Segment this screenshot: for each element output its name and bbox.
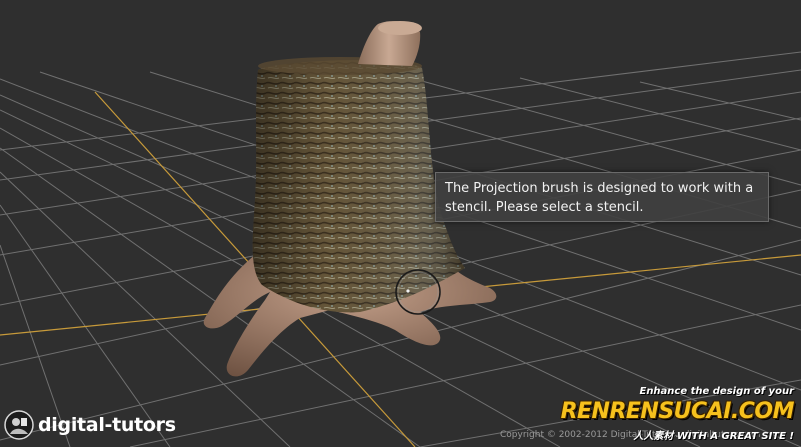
3d-viewport[interactable]	[0, 0, 801, 447]
logo-text: digital-tutors	[38, 414, 176, 436]
digital-tutors-logo-icon	[4, 410, 34, 440]
digital-tutors-logo: digital-tutors	[4, 407, 194, 443]
renrensucai-watermark: Enhance the design of your RENRENSUCAI.C…	[561, 385, 800, 447]
branch-stub-top	[378, 21, 422, 35]
viewport-canvas[interactable]	[0, 0, 801, 447]
watermark-main-text: RENRENSUCAI.COM	[560, 399, 795, 424]
tooltip-text: The Projection brush is designed to work…	[445, 181, 754, 215]
projection-brush-warning-tooltip: The Projection brush is designed to work…	[435, 172, 769, 222]
watermark-tagline-top: Enhance the design of your	[639, 386, 794, 397]
watermark-tagline-bottom: 人人素材 WITH A GREAT SITE !	[633, 431, 794, 442]
